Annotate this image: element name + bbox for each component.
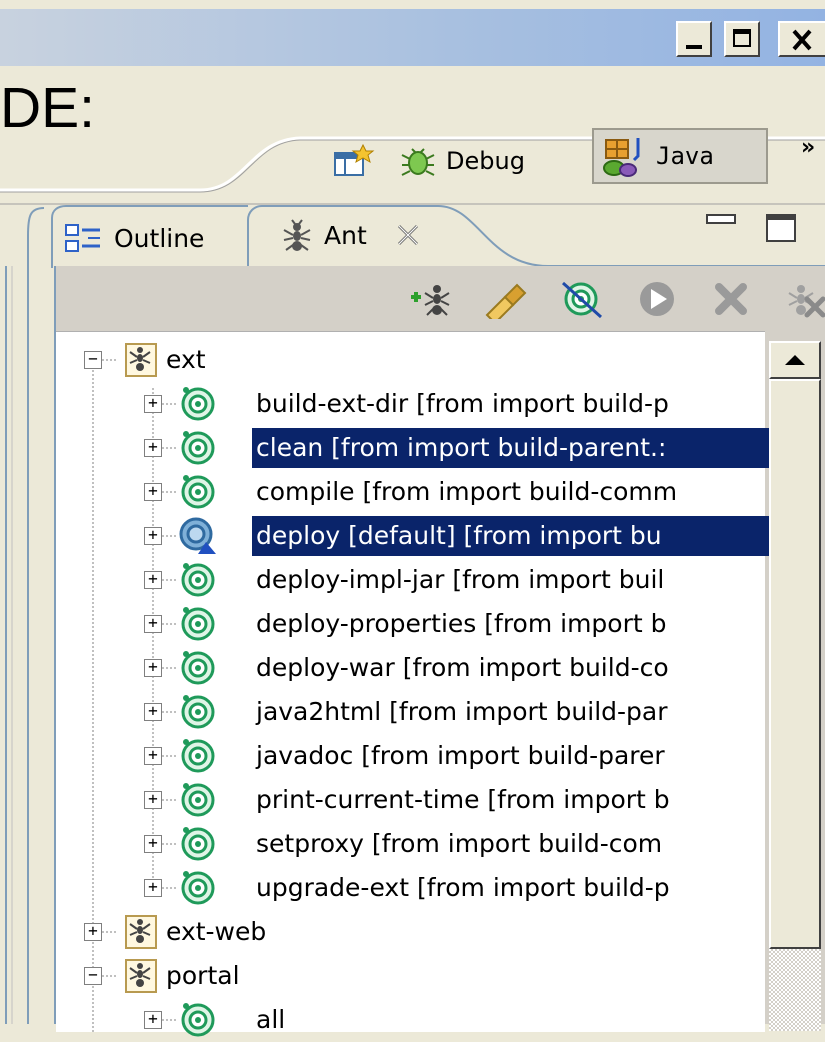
target-label: deploy-properties [from import b	[256, 609, 667, 638]
debug-perspective-label: Debug	[446, 147, 525, 175]
expand-toggle[interactable]: +	[84, 923, 102, 941]
close-tab-icon[interactable]	[395, 222, 421, 248]
ant-project-icon	[125, 959, 157, 993]
outline-icon	[65, 224, 100, 252]
open-perspective-icon	[334, 143, 375, 176]
target-label: deploy-impl-jar [from import buil	[256, 565, 665, 594]
tree-target-row[interactable]: + upgrade-ext [from import build-p	[56, 866, 765, 910]
left-editor-edge	[5, 207, 44, 1024]
debug-bug-icon	[401, 148, 435, 176]
target-icon	[181, 827, 215, 861]
tree-target-row[interactable]: + all	[56, 998, 765, 1042]
target-icon	[181, 475, 215, 509]
collapse-toggle[interactable]: −	[84, 351, 102, 369]
tree-target-row[interactable]: + javadoc [from import build-parer	[56, 734, 765, 778]
target-label: upgrade-ext [from import build-p	[256, 873, 670, 902]
expand-toggle[interactable]: +	[144, 879, 162, 897]
vertical-scrollbar[interactable]	[765, 331, 825, 1031]
tab-outline-label: Outline	[114, 223, 205, 253]
target-icon	[181, 563, 215, 597]
expand-toggle[interactable]: +	[144, 835, 162, 853]
target-icon	[181, 695, 215, 729]
expand-toggle[interactable]: +	[144, 747, 162, 765]
scroll-up-button[interactable]	[769, 341, 821, 379]
tree-project-row[interactable]: − ext	[56, 338, 765, 382]
scroll-thumb[interactable]	[769, 379, 821, 949]
target-icon	[181, 871, 215, 905]
ant-build-tree[interactable]: − ext + build-ext-dir [from import build-p +…	[56, 331, 773, 1037]
java-perspective-label: Java	[656, 142, 714, 170]
tab-ant-label: Ant	[324, 220, 367, 250]
view-minimize-icon	[706, 214, 736, 224]
expand-toggle[interactable]: +	[144, 1011, 162, 1029]
expand-toggle[interactable]: +	[144, 527, 162, 545]
tree-target-row[interactable]: + compile [from import build-comm	[56, 470, 765, 514]
remove-all-buildfiles-icon[interactable]	[781, 279, 825, 319]
tree-target-row[interactable]: + clean [from import build-parent.:	[56, 426, 773, 470]
search-buildfile-flashlight-icon[interactable]	[483, 279, 529, 319]
tree-target-row[interactable]: + print-current-time [from import b	[56, 778, 765, 822]
add-buildfile-icon[interactable]	[407, 279, 453, 319]
tab-outline[interactable]: Outline	[54, 208, 252, 268]
tree-project-row[interactable]: + ext-web	[56, 910, 765, 954]
collapse-toggle[interactable]: −	[84, 967, 102, 985]
tree-target-row[interactable]: + deploy-impl-jar [from import buil	[56, 558, 765, 602]
target-icon	[181, 783, 215, 817]
ant-toolbar	[56, 266, 825, 331]
open-perspective-button[interactable]	[333, 135, 375, 187]
target-label: clean [from import build-parent.:	[252, 428, 773, 468]
project-name: ext-web	[166, 917, 267, 946]
tree-target-row[interactable]: + deploy-war [from import build-co	[56, 646, 765, 690]
scroll-track[interactable]	[769, 949, 821, 1031]
ant-project-icon	[125, 915, 157, 949]
run-target-icon[interactable]	[635, 279, 681, 319]
tree-target-row[interactable]: + java2html [from import build-par	[56, 690, 765, 734]
tree-target-row[interactable]: + deploy-properties [from import b	[56, 602, 765, 646]
expand-toggle[interactable]: +	[144, 791, 162, 809]
target-label: deploy-war [from import build-co	[256, 653, 669, 682]
tree-target-row[interactable]: + build-ext-dir [from import build-p	[56, 382, 765, 426]
expand-toggle[interactable]: +	[144, 439, 162, 457]
target-label: all	[256, 1005, 286, 1034]
view-maximize-button[interactable]	[766, 214, 796, 242]
target-icon	[181, 387, 215, 421]
target-icon	[181, 651, 215, 685]
default-target-icon	[179, 517, 216, 554]
remove-buildfile-icon[interactable]	[711, 279, 751, 319]
target-label: javadoc [from import build-parer	[256, 741, 665, 770]
hide-internal-targets-icon[interactable]	[559, 279, 605, 319]
tree-target-row[interactable]: + deploy [default] [from import bu	[56, 514, 773, 558]
target-icon	[181, 431, 215, 465]
project-name: ext	[166, 345, 206, 374]
target-icon	[181, 739, 215, 773]
java-perspective-icon	[603, 138, 640, 177]
target-icon	[181, 1003, 215, 1037]
target-label: print-current-time [from import b	[256, 785, 670, 814]
target-label: java2html [from import build-par	[256, 697, 668, 726]
target-label: setproxy [from import build-com	[256, 829, 663, 858]
expand-toggle[interactable]: +	[144, 703, 162, 721]
tree-project-row[interactable]: − portal	[56, 954, 765, 998]
expand-toggle[interactable]: +	[144, 615, 162, 633]
expand-toggle[interactable]: +	[144, 483, 162, 501]
tab-ant[interactable]: Ant	[248, 202, 498, 268]
ant-view: − ext + build-ext-dir [from import build-p +…	[54, 266, 825, 1037]
view-maximize-icon	[766, 214, 796, 242]
project-name: portal	[166, 961, 240, 990]
expand-toggle[interactable]: +	[144, 659, 162, 677]
expand-toggle[interactable]: +	[144, 571, 162, 589]
target-label: compile [from import build-comm	[256, 477, 678, 506]
target-label: build-ext-dir [from import build-p	[256, 389, 669, 418]
ant-project-icon	[125, 343, 157, 377]
target-icon	[181, 607, 215, 641]
view-minimize-button[interactable]	[706, 214, 736, 224]
java-perspective-button[interactable]: Java	[592, 128, 768, 184]
scroll-up-arrow-icon	[785, 355, 805, 365]
expand-toggle[interactable]: +	[144, 395, 162, 413]
tree-target-row[interactable]: + setproxy [from import build-com	[56, 822, 765, 866]
more-perspectives-chevron[interactable]: »	[801, 135, 815, 160]
debug-perspective-button[interactable]: Debug	[398, 135, 525, 187]
target-label: deploy [default] [from import bu	[252, 516, 773, 556]
ant-icon	[283, 219, 311, 251]
